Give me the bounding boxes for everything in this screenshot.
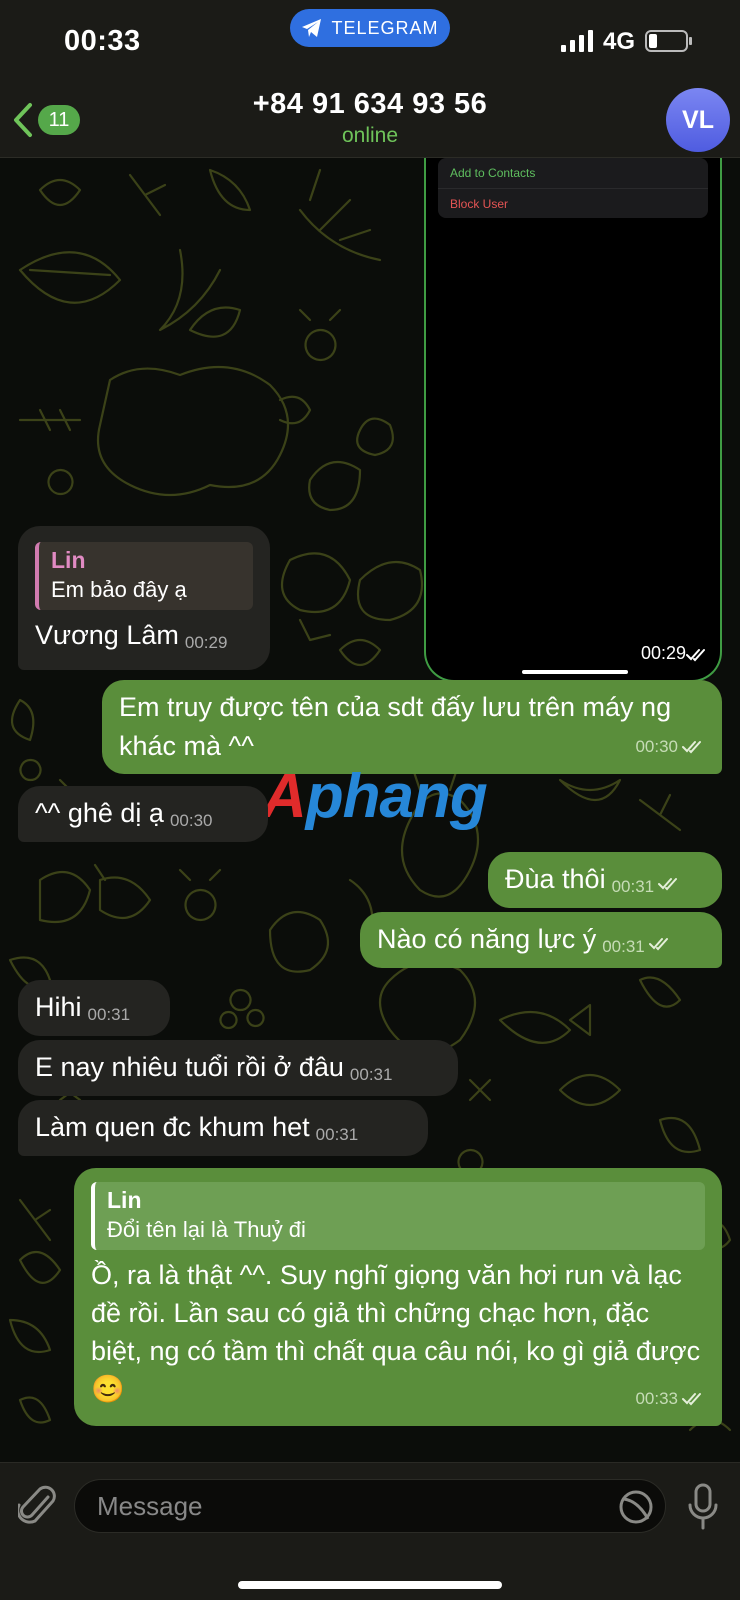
message-text: Nào có năng lực ý [377,924,597,954]
message-input[interactable] [74,1479,666,1533]
screenshot-image-message[interactable]: Add to Contacts Block User 00:29 [424,158,722,682]
incoming-message[interactable]: Hihi 00:31 [18,980,170,1036]
outgoing-message[interactable]: Em truy được tên của sdt đấy lưu trên má… [102,680,722,774]
message-meta: 00:30 [635,727,706,766]
battery-icon [645,30,692,52]
message-time: 00:31 [611,877,655,896]
network-label: 4G [603,28,636,55]
message-time: 00:31 [315,1125,359,1144]
reply-quote[interactable]: Lin Em bảo đây ạ [35,542,253,610]
paperclip-icon[interactable] [18,1483,58,1529]
status-clock: 00:33 [64,25,141,57]
double-check-icon [682,1393,701,1406]
incoming-message[interactable]: Làm quen đc khum het 00:31 [18,1100,428,1156]
telegram-plane-icon [302,19,322,37]
double-check-icon [648,938,668,951]
message-text: E nay nhiêu tuổi rồi ở đâu [35,1052,344,1082]
outgoing-message[interactable]: Nào có năng lực ý 00:31 [360,912,722,968]
message-text: Ồ, ra là thật ^^. Suy nghĩ giọng văn hơi… [91,1260,701,1404]
double-check-icon [686,649,705,662]
chat-title[interactable]: +84 91 634 93 56 [0,88,740,121]
reply-quote[interactable]: Lin Đổi tên lại là Thuỷ đi [91,1182,705,1250]
incoming-message[interactable]: ^^ ghê dị ạ 00:30 [18,786,268,842]
sticker-icon[interactable] [618,1489,654,1525]
message-text: Làm quen đc khum het [35,1112,310,1142]
home-indicator[interactable] [238,1581,502,1589]
outgoing-message[interactable]: Lin Đổi tên lại là Thuỷ đi Ồ, ra là thật… [74,1168,722,1426]
composer-bar [0,1462,740,1600]
message-text: ^^ ghê dị ạ [35,798,164,828]
message-text: Vương Lâm [35,620,179,650]
app-pill-label: TELEGRAM [331,17,439,38]
message-text: Em truy được tên của sdt đấy lưu trên má… [119,692,672,761]
message-list[interactable]: Add to Contacts Block User 00:29 Lin Em … [0,158,740,1462]
message-meta: 00:33 [635,1380,706,1418]
reply-author: Lin [107,1187,142,1213]
return-to-app-pill[interactable]: TELEGRAM [290,9,450,47]
outgoing-message[interactable]: Đùa thôi 00:31 [488,852,722,908]
message-text: Đùa thôi [505,864,606,894]
reply-text: Đổi tên lại là Thuỷ đi [107,1217,306,1242]
message-time: 00:30 [169,811,213,830]
message-time: 00:31 [602,937,645,956]
reply-author: Lin [51,547,86,573]
double-check-icon [658,878,678,891]
screenshot-menu-item: Add to Contacts [450,166,536,180]
signal-icon [561,30,593,52]
message-time: 00:33 [635,1389,678,1408]
incoming-message[interactable]: Lin Em bảo đây ạ Vương Lâm 00:29 [18,526,270,670]
screenshot-menu-item: Block User [438,188,708,218]
reply-text: Em bảo đây ạ [51,577,187,602]
avatar[interactable]: VL [666,88,730,152]
microphone-icon[interactable] [688,1483,718,1531]
message-time: 00:30 [635,737,678,756]
message-text: Hihi [35,992,82,1022]
screenshot-menu: Add to Contacts Block User [438,158,708,218]
message-time: 00:29 [184,633,228,652]
incoming-message[interactable]: E nay nhiêu tuổi rồi ở đâu 00:31 [18,1040,458,1096]
watermark-logo: Aphang [262,762,488,831]
status-bar: 00:33 TELEGRAM 4G [0,0,740,82]
screenshot-home-indicator [522,670,628,674]
chat-status: online [341,124,399,147]
chat-header: 11 +84 91 634 93 56 online VL [0,82,740,158]
message-time: 00:31 [87,1005,131,1024]
message-time: 00:31 [349,1065,393,1084]
message-time: 00:29 [640,643,686,663]
double-check-icon [682,740,701,753]
